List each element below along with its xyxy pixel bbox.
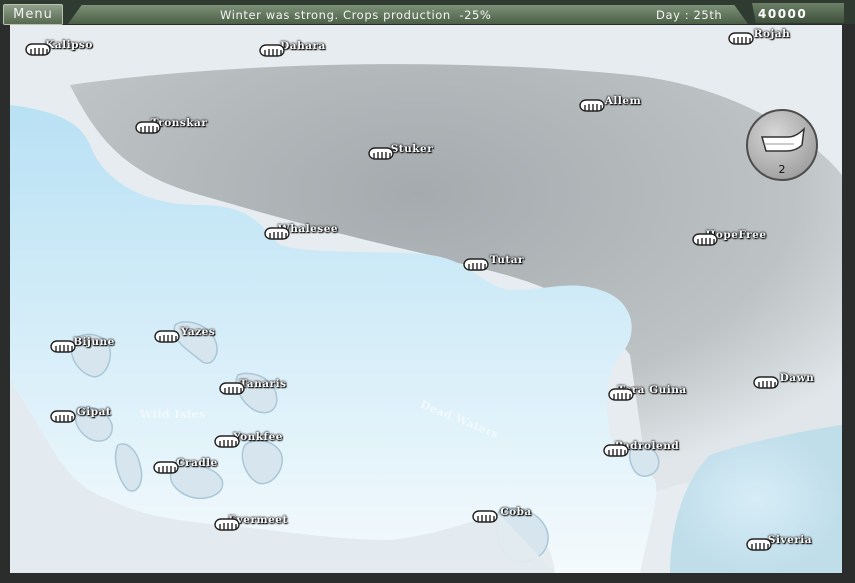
settlement-icon bbox=[50, 410, 76, 423]
city-coba[interactable]: Coba bbox=[471, 506, 561, 523]
city-evermeet[interactable]: Evermeet bbox=[213, 514, 303, 531]
settlement-icon bbox=[603, 444, 629, 457]
settlement-icon bbox=[368, 147, 394, 160]
settlement-icon bbox=[728, 32, 754, 45]
city-padrolend[interactable]: Padrolend bbox=[602, 440, 692, 457]
city-dahara[interactable]: Dahara bbox=[258, 40, 348, 57]
status-message: Winter was strong. Crops production -25% bbox=[220, 8, 492, 22]
city-stuker[interactable]: Stuker bbox=[367, 143, 457, 160]
settlement-icon bbox=[50, 340, 76, 353]
city-gipat[interactable]: Gipat bbox=[49, 406, 139, 423]
menu-button[interactable]: Menu bbox=[3, 4, 63, 25]
settlement-icon bbox=[753, 376, 779, 389]
settlement-icon bbox=[608, 388, 634, 401]
settlement-icon bbox=[746, 538, 772, 551]
city-tronskar[interactable]: Tronskar bbox=[134, 117, 224, 134]
settlement-icon bbox=[219, 382, 245, 395]
city-dawn[interactable]: Dawn bbox=[752, 372, 842, 389]
city-yonkfee[interactable]: Yonkfee bbox=[213, 431, 303, 448]
settlement-icon bbox=[472, 510, 498, 523]
city-whalesee[interactable]: Whalesee bbox=[263, 223, 353, 240]
settlement-icon bbox=[264, 227, 290, 240]
city-hopefree[interactable]: HopeFree bbox=[691, 229, 781, 246]
settlement-icon bbox=[463, 258, 489, 271]
city-bijune[interactable]: Bijune bbox=[49, 336, 139, 353]
settlement-icon bbox=[579, 99, 605, 112]
settlement-icon bbox=[154, 330, 180, 343]
city-tutar[interactable]: Tutar bbox=[462, 254, 552, 271]
ship-icon bbox=[761, 126, 806, 152]
ship-fleet-button[interactable]: 2 bbox=[746, 109, 818, 181]
day-counter: Day : 25th bbox=[656, 8, 723, 22]
settlement-icon bbox=[692, 233, 718, 246]
city-rojah[interactable]: Rojah bbox=[727, 28, 817, 45]
city-kalipso[interactable]: Kalipso bbox=[24, 39, 114, 56]
settlement-icon bbox=[25, 43, 51, 56]
city-tera-guina[interactable]: Tera Guina bbox=[607, 384, 697, 401]
settlement-icon bbox=[259, 44, 285, 57]
money-amount: 40000 bbox=[758, 7, 808, 21]
city-yazes[interactable]: Yazes bbox=[153, 326, 243, 343]
city-siveria[interactable]: Siveria bbox=[745, 534, 835, 551]
city-cradle[interactable]: Cradle bbox=[152, 457, 242, 474]
city-tanaris[interactable]: Tanaris bbox=[218, 378, 308, 395]
world-map[interactable]: Wild Isles Dead Waters Kalipso Dahara Ro… bbox=[10, 25, 842, 573]
ship-count: 2 bbox=[778, 163, 786, 176]
region-label-wild-isles: Wild Isles bbox=[140, 408, 206, 421]
settlement-icon bbox=[153, 461, 179, 474]
map-terrain bbox=[10, 25, 842, 573]
settlement-icon bbox=[214, 518, 240, 531]
settlement-icon bbox=[214, 435, 240, 448]
settlement-icon bbox=[135, 121, 161, 134]
city-allem[interactable]: Allem bbox=[578, 95, 668, 112]
